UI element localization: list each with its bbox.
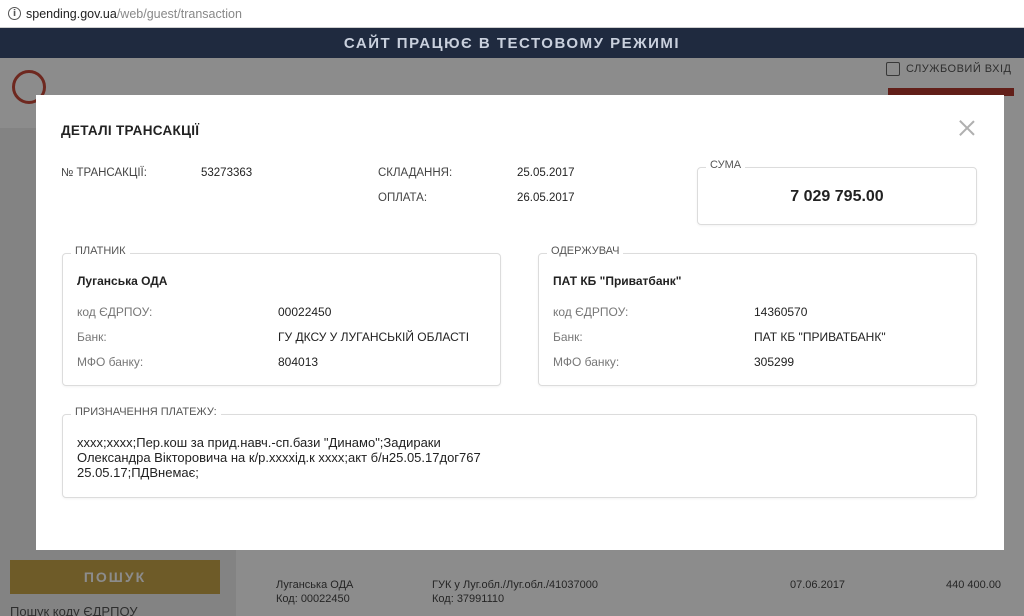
payer-mfo-label: МФО банку:	[77, 355, 144, 369]
payer-name: Луганська ОДА	[77, 274, 168, 288]
payer-mfo: 804013	[278, 355, 319, 369]
paid-label: ОПЛАТА:	[378, 192, 428, 204]
transaction-no-value: 53273363	[201, 167, 253, 179]
recipient-mfo: 305299	[754, 355, 795, 369]
recipient-bank-label: Банк:	[553, 330, 583, 344]
sum-legend: СУМА	[706, 159, 746, 171]
transaction-details-modal: ДЕТАЛІ ТРАНСАКЦІЇ № ТРАНСАКЦІЇ: 53273363…	[36, 95, 1004, 550]
recipient-name: ПАТ КБ "Приватбанк"	[553, 274, 682, 288]
recipient-bank: ПАТ КБ "ПРИВАТБАНК"	[754, 330, 886, 344]
payer-edrpou-label: код ЄДРПОУ:	[77, 305, 153, 319]
recipient-legend: ОДЕРЖУВАЧ	[547, 245, 624, 257]
payer-edrpou: 00022450	[278, 305, 332, 319]
transaction-no-label: № ТРАНСАКЦІЇ:	[61, 167, 147, 179]
modal-title: ДЕТАЛІ ТРАНСАКЦІЇ	[61, 123, 200, 138]
payer-box: ПЛАТНИК Луганська ОДА код ЄДРПОУ: 000224…	[62, 245, 501, 386]
recipient-box: ОДЕРЖУВАЧ ПАТ КБ "Приватбанк" код ЄДРПОУ…	[538, 245, 977, 386]
compiled-date: 25.05.2017	[517, 167, 575, 179]
purpose-box: ПРИЗНАЧЕННЯ ПЛАТЕЖУ: хххх;хххх;Пер.кош з…	[62, 406, 977, 498]
recipient-mfo-label: МФО банку:	[553, 355, 620, 369]
sum-box: СУМА 7 029 795.00	[697, 159, 977, 225]
address-bar[interactable]: i spending.gov.ua/web/guest/transaction	[0, 0, 1024, 28]
payer-bank-label: Банк:	[77, 330, 107, 344]
compiled-label: СКЛАДАННЯ:	[378, 167, 453, 179]
sum-value: 7 029 795.00	[790, 188, 884, 205]
purpose-legend: ПРИЗНАЧЕННЯ ПЛАТЕЖУ:	[71, 406, 221, 418]
test-mode-banner: САЙТ ПРАЦЮЄ В ТЕСТОВОМУ РЕЖИМІ	[0, 28, 1024, 58]
purpose-text: хххх;хххх;Пер.кош за прид.навч.-сп.бази …	[77, 435, 481, 480]
paid-date: 26.05.2017	[517, 192, 575, 204]
close-icon[interactable]	[958, 119, 976, 137]
info-icon[interactable]: i	[8, 7, 21, 20]
payer-legend: ПЛАТНИК	[71, 245, 130, 257]
recipient-edrpou: 14360570	[754, 305, 808, 319]
url-host: spending.gov.ua	[26, 6, 117, 21]
recipient-edrpou-label: код ЄДРПОУ:	[553, 305, 629, 319]
url-path: /web/guest/transaction	[116, 6, 242, 21]
payer-bank: ГУ ДКСУ У ЛУГАНСЬКІЙ ОБЛАСТІ	[278, 330, 470, 344]
